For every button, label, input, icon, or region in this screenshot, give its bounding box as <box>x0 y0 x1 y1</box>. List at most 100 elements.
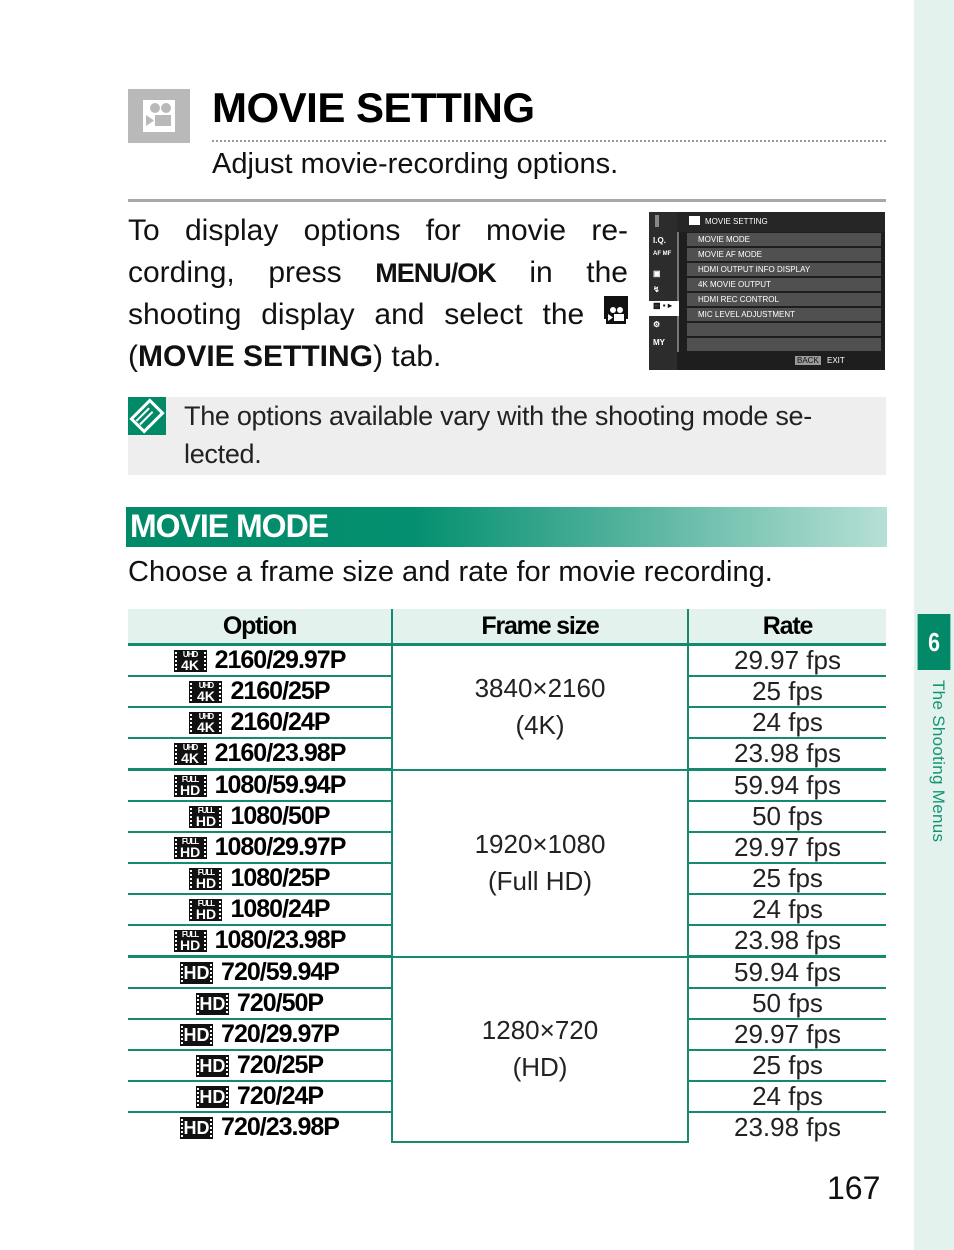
option-cell: HD 720/23.98P <box>128 1112 392 1142</box>
option-label: 1080/50P <box>230 802 330 830</box>
page-subtitle: Adjust movie-recording options. <box>212 148 619 180</box>
frame-size-value: 1920×1080 <box>474 829 606 859</box>
hd-icon: HD <box>180 1023 214 1046</box>
option-cell: UHD 4K 2160/24P <box>128 707 392 739</box>
camera-back-button[interactable]: BACK <box>795 356 821 365</box>
frame-size-cell: 1280×720 (HD) <box>391 956 689 1143</box>
full-hd-icon: FULL HD <box>173 774 207 797</box>
frame-size-value: 3840×2160 <box>474 673 606 704</box>
option-cell: UHD 4K 2160/29.97P <box>128 644 392 677</box>
option-label: 1080/25P <box>230 864 330 892</box>
option-label: 720/25P <box>236 1051 324 1079</box>
camera-menu-item[interactable]: HDMI REC CONTROL <box>687 293 881 306</box>
note-icon <box>128 397 166 435</box>
option-label: 720/24P <box>236 1082 324 1110</box>
section-description: Choose a frame size and rate for movie r… <box>128 556 773 588</box>
camera-tab-movie-selected[interactable]: ▩ ▪ ▸ <box>649 301 679 316</box>
page-title: MOVIE SETTING <box>212 84 535 131</box>
rate-cell: 29.97 fps <box>688 832 886 864</box>
chapter-number-tab[interactable]: 6 <box>917 614 951 670</box>
uhd-4k-icon: UHD 4K <box>173 649 207 672</box>
camera-menu-item[interactable] <box>687 323 881 336</box>
option-label: 720/23.98P <box>221 1113 340 1141</box>
option-label: 720/50P <box>236 989 324 1017</box>
camera-tab-my[interactable]: MY <box>653 338 673 347</box>
full-hd-icon: FULL HD <box>189 898 223 921</box>
option-label: 2160/25P <box>230 677 330 705</box>
scroll-indicator <box>655 215 659 227</box>
page-number: 167 <box>827 1170 881 1206</box>
uhd-4k-icon: UHD 4K <box>173 742 207 765</box>
hd-icon: HD <box>195 1054 229 1077</box>
camera-menu-screenshot: MOVIE SETTING I.Q. AF MF ▣ ↯ ▩ ▪ ▸ ⚙ MY … <box>649 212 885 370</box>
option-label: 720/29.97P <box>221 1020 340 1048</box>
movie-tab-icon <box>604 296 628 324</box>
dotted-divider <box>212 140 886 142</box>
option-cell: HD 720/29.97P <box>128 1019 392 1051</box>
column-header-frame-size: Frame size <box>391 609 688 646</box>
option-cell: FULL HD 1080/24P <box>128 894 392 926</box>
movie-mode-table: Option Frame size Rate UHD 4K 2160/29.97P 3… <box>128 609 886 1143</box>
frame-size-cell: 3840×2160 (4K) <box>391 644 689 771</box>
camera-menu-item[interactable]: MOVIE AF MODE <box>687 248 881 261</box>
camera-menu-item[interactable]: MIC LEVEL ADJUSTMENT <box>687 308 881 321</box>
rate-cell: 50 fps <box>688 988 886 1020</box>
chapter-label: The Shooting Menus <box>929 680 948 843</box>
wrench-icon[interactable]: ⚙ <box>653 320 673 329</box>
flash-icon[interactable]: ↯ <box>653 285 673 294</box>
camera-menu-item[interactable]: HDMI OUTPUT INFO DISPLAY <box>687 263 881 276</box>
camera-menu-item[interactable]: MOVIE MODE <box>687 233 881 246</box>
rate-cell: 24 fps <box>688 1081 886 1113</box>
uhd-4k-icon: UHD 4K <box>189 680 223 703</box>
rate-cell: 50 fps <box>688 801 886 833</box>
camera-divider <box>677 232 679 352</box>
option-cell: UHD 4K 2160/25P <box>128 676 392 708</box>
camera-menu-item[interactable] <box>687 338 881 351</box>
table-row: FULL HD 1080/59.94P 1920×1080 (Full HD) 59.94… <box>128 769 886 958</box>
movie-camera-icon <box>128 89 190 143</box>
camera-exit-label: EXIT <box>827 356 845 365</box>
rate-cell: 24 fps <box>688 707 886 739</box>
intro-text: ( <box>128 339 138 373</box>
option-label: 1080/23.98P <box>214 926 347 954</box>
option-cell: HD 720/25P <box>128 1050 392 1082</box>
option-label: 1080/29.97P <box>214 833 347 861</box>
column-header-rate: Rate <box>687 609 886 646</box>
option-cell: FULL HD 1080/23.98P <box>128 925 392 958</box>
column-header-option: Option <box>128 609 392 646</box>
table-body: UHD 4K 2160/29.97P 3840×2160 (4K) 29.97 fps UH… <box>128 644 886 1143</box>
rate-cell: 23.98 fps <box>688 738 886 771</box>
intro-paragraph: To display options for movie re-cording,… <box>128 210 628 377</box>
option-label: 1080/24P <box>230 895 330 923</box>
note-text: The options available vary with the shoo… <box>184 401 812 469</box>
option-label: 2160/24P <box>230 708 330 736</box>
option-cell: HD 720/59.94P <box>128 956 392 989</box>
camera-tab-af-mf[interactable]: AF MF <box>653 251 673 257</box>
tab-name: MOVIE SETTING <box>138 339 374 373</box>
rate-cell: 29.97 fps <box>688 1019 886 1051</box>
option-cell: FULL HD 1080/50P <box>128 801 392 833</box>
uhd-4k-icon: UHD 4K <box>189 711 223 734</box>
rate-cell: 25 fps <box>688 863 886 895</box>
hd-icon: HD <box>180 1116 214 1139</box>
frame-size-label: (HD) <box>512 1052 568 1083</box>
frame-size-cell: 1920×1080 (Full HD) <box>391 769 689 958</box>
camera-menu-title: MOVIE SETTING <box>705 217 768 226</box>
note-box: The options available vary with the shoo… <box>128 397 886 475</box>
table-row: HD 720/59.94P 1280×720 (HD) 59.94 fps <box>128 956 886 1143</box>
frame-size-value: 1280×720 <box>481 1015 599 1046</box>
rate-cell: 29.97 fps <box>688 644 886 677</box>
hd-icon: HD <box>195 992 229 1015</box>
rate-cell: 25 fps <box>688 676 886 708</box>
option-cell: FULL HD 1080/25P <box>128 863 392 895</box>
rate-cell: 59.94 fps <box>688 769 886 802</box>
hd-icon: HD <box>195 1085 229 1108</box>
header-rule <box>128 199 886 202</box>
rate-cell: 24 fps <box>688 894 886 926</box>
movie-icon <box>689 216 700 225</box>
camera-menu-item[interactable]: 4K MOVIE OUTPUT <box>687 278 881 291</box>
option-cell: HD 720/24P <box>128 1081 392 1113</box>
camera-icon[interactable]: ▣ <box>653 269 673 278</box>
option-cell: FULL HD 1080/29.97P <box>128 832 392 864</box>
camera-tab-iq[interactable]: I.Q. <box>653 236 673 245</box>
